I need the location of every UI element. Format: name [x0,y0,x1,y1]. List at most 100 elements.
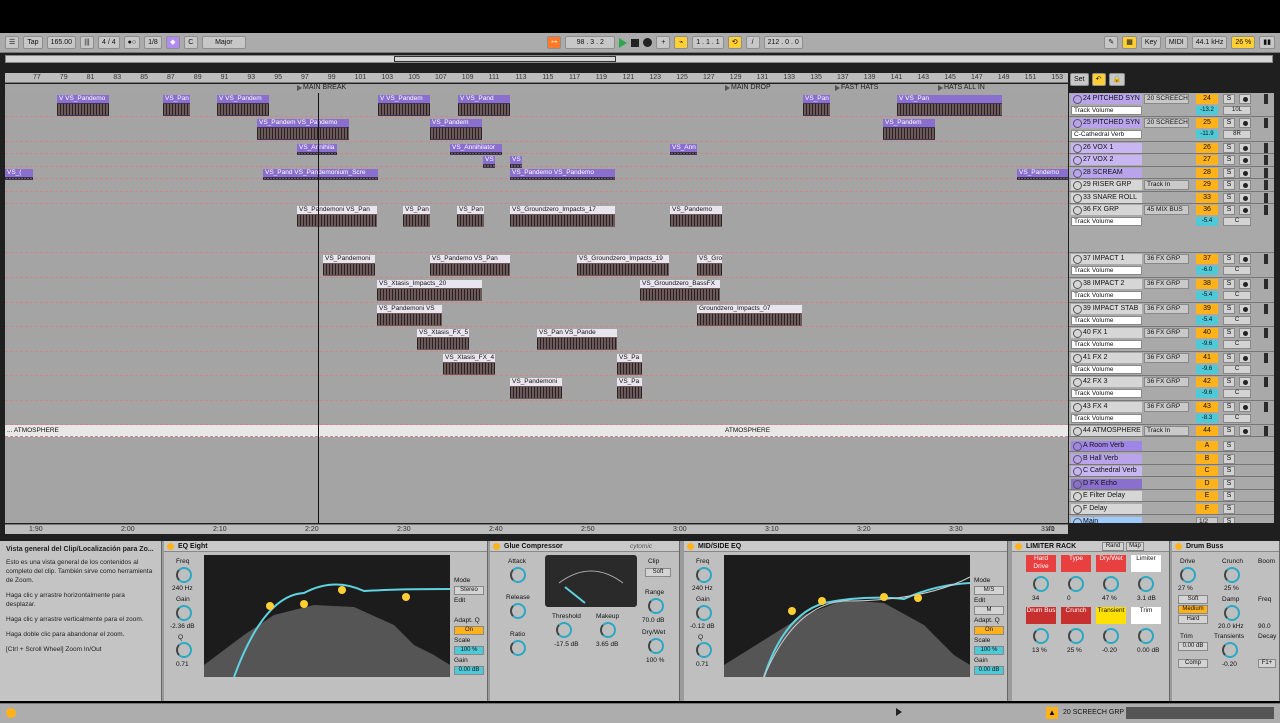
arrangement-overview[interactable] [5,55,1273,63]
track-header[interactable]: 38 IMPACT 2 36 FX GRP 38 S Track Volume -5.4 C [1069,278,1274,303]
output-gain-value[interactable]: 0.00 dB [454,666,484,675]
audio-clip[interactable]: VS_Xtasis_FX_4 [443,354,495,375]
q-value[interactable]: 0.71 [696,661,709,668]
tempo-field[interactable]: 165.00 [46,36,76,49]
track-name[interactable]: 27 VOX 2 [1071,155,1142,165]
macro-value[interactable]: 25 % [1067,647,1082,654]
locator-marker[interactable]: HATS ALL IN [938,84,985,91]
quantization-select[interactable]: 1/8 [144,36,162,49]
punch-icon[interactable]: / [745,36,760,49]
routing-select[interactable]: 36 FX GRP [1144,402,1189,412]
crunch-knob[interactable] [1224,567,1240,583]
adapt-q-button[interactable]: On [974,626,1004,635]
solo-button[interactable]: S [1223,478,1235,489]
automation-select[interactable]: Track Volume [1071,316,1142,325]
arrangement-view[interactable]: ... ATMOSPHERE ATMOSPHERE V VS_Pandemo VS_P… [5,93,1068,523]
track-name[interactable]: D FX Echo [1071,478,1142,489]
arm-button[interactable] [1239,353,1251,363]
audio-clip[interactable]: VS_Pandemo VS_Pan [430,255,510,276]
track-header[interactable]: 37 IMPACT 1 36 FX GRP 37 S Track Volume -6.0 C [1069,253,1274,278]
track-lane[interactable] [5,142,1068,154]
track-name[interactable]: 25 PITCHED SYN [1071,118,1142,128]
track-activator[interactable]: 28 [1196,168,1218,178]
loop-length[interactable]: 212 . 0 . 0 [763,36,803,49]
hard-button[interactable]: Hard [1178,615,1208,624]
range-value[interactable]: 70.0 dB [642,617,664,624]
record-quant-icon[interactable]: ●○ [123,36,141,49]
volume-value[interactable]: -13.2 [1196,106,1218,115]
routing-select[interactable]: 45 MIX BUS [1144,205,1189,215]
audio-clip[interactable]: VS [483,156,495,168]
track-header[interactable]: 25 PITCHED SYN 20 SCREECH 25 S C-Cathedral V… [1069,117,1274,142]
track-activator[interactable]: 43 [1196,402,1218,412]
pan-value[interactable]: C [1223,266,1251,275]
track-activator[interactable]: 29 [1196,180,1218,190]
audio-clip[interactable]: VS_Pandemoni [323,255,375,276]
track-lane[interactable] [5,278,1068,303]
track-activator[interactable]: B [1196,453,1218,464]
macro-button[interactable]: Crunch [1061,607,1091,624]
automation-select[interactable]: Track Volume [1071,365,1142,374]
pan-value[interactable]: C [1223,217,1251,226]
record-icon[interactable] [643,38,653,47]
glue-compressor-device[interactable]: Glue Compressor cytomic Attack Release R… [490,541,680,701]
macro-button[interactable]: Type [1061,555,1091,572]
audio-clip[interactable]: VS_Pa [617,354,642,375]
stop-icon[interactable] [631,38,640,47]
track-name[interactable]: 28 SCREAM [1071,168,1142,178]
macro-value[interactable]: 0.00 dB [1137,647,1159,654]
macro-knob[interactable] [1033,576,1049,592]
solo-button[interactable]: S [1223,453,1235,464]
track-header[interactable]: 44 ATMOSPHERE Track In 44 S [1069,425,1274,437]
macro-value[interactable]: 13 % [1032,647,1047,654]
limiter-rack-device[interactable]: LIMITER RACK Rand Map Hard Drive 34 Type 0 D… [1012,541,1170,701]
track-activator[interactable]: 41 [1196,353,1218,363]
freq-knob[interactable] [176,567,192,583]
eq-curve[interactable] [204,555,450,677]
set-button[interactable]: Set [1070,73,1089,86]
audio-clip[interactable]: VS_Annihilator [450,144,502,155]
threshold-value[interactable]: -17.5 dB [554,641,579,648]
audio-clip[interactable]: VS_Pa [617,378,642,399]
track-name[interactable]: 41 FX 2 [1071,353,1142,363]
arm-button[interactable] [1239,377,1251,387]
time-signature[interactable]: 4 / 4 [98,36,120,49]
automation-select[interactable]: Track Volume [1071,217,1142,226]
drywet-knob[interactable] [648,638,664,654]
macro-knob[interactable] [1103,628,1119,644]
arm-button[interactable] [1239,402,1251,412]
track-name[interactable]: 24 PITCHED SYN [1071,94,1142,104]
automation-select[interactable]: Track Volume [1071,389,1142,398]
macro-knob[interactable] [1033,628,1049,644]
macro-button[interactable]: Limiter [1131,555,1161,572]
mode-select[interactable]: M/S [974,586,1004,595]
q-value[interactable]: 0.71 [176,661,189,668]
adapt-q-button[interactable]: On [454,626,484,635]
return-track-header[interactable]: B Hall Verb B S [1069,453,1274,465]
gain-knob[interactable] [176,605,192,621]
drum-buss-device[interactable]: Drum Buss Drive 27 % Crunch 25 % Boom So… [1172,541,1280,701]
solo-button[interactable]: S [1223,193,1235,203]
pan-value[interactable]: C [1223,389,1251,398]
track-name[interactable]: 40 FX 1 [1071,328,1142,338]
track-activator[interactable]: 40 [1196,328,1218,338]
overdub-icon[interactable]: + [656,36,671,49]
track-name[interactable]: E Filter Delay [1071,491,1142,502]
macro-value[interactable]: 0 [1067,595,1071,602]
audio-clip[interactable]: VS_Xtasis_Impacts_20 [377,280,482,301]
track-lane[interactable] [5,401,1068,425]
overview-viewport[interactable] [394,56,616,62]
volume-value[interactable]: -5.4 [1196,316,1218,325]
pan-value[interactable]: C [1223,316,1251,325]
loop-start[interactable]: 1 . 1 . 1 [692,36,724,49]
trim-value[interactable]: 0.00 dB [1178,642,1208,651]
macro-button[interactable]: Transient [1096,607,1126,624]
audio-clip[interactable]: VS_Gro [697,255,722,276]
midi-map-button[interactable]: MIDI [1164,36,1188,49]
gain-value[interactable]: -0.12 dB [690,623,715,630]
track-header[interactable]: 27 VOX 2 27 S [1069,154,1274,167]
eq-eight-device[interactable]: EQ Eight Freq 240 Hz Gain -2.36 dB Q 0.7… [164,541,488,701]
warning-icon[interactable] [6,708,16,718]
scale-value[interactable]: 100 % [454,646,484,655]
track-name[interactable]: 38 IMPACT 2 [1071,279,1142,289]
